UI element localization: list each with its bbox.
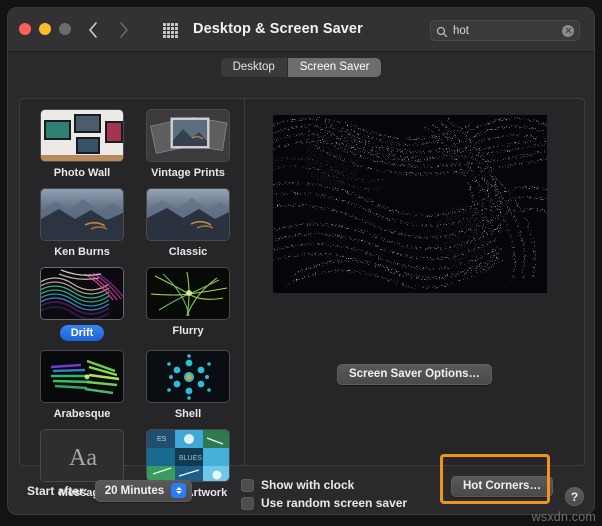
- system-preferences-window: Desktop & Screen Saver hot Desktop Scree…: [7, 7, 595, 515]
- saver-item-flurry[interactable]: Flurry: [138, 267, 238, 341]
- tab-screen-saver[interactable]: Screen Saver: [288, 58, 382, 77]
- close-icon[interactable]: [19, 23, 31, 35]
- start-after-label: Start after:: [27, 484, 88, 498]
- saver-label: Ken Burns: [54, 246, 110, 258]
- clear-search-icon[interactable]: [562, 25, 574, 37]
- saver-thumbnail: [40, 350, 124, 403]
- window-titlebar: Desktop & Screen Saver hot: [8, 8, 594, 52]
- checkbox-icon[interactable]: [241, 497, 254, 510]
- saver-label: Shell: [175, 408, 201, 420]
- forward-button: [116, 19, 130, 41]
- page-title: Desktop & Screen Saver: [193, 21, 363, 37]
- show-all-grid-icon[interactable]: [163, 23, 178, 38]
- screen-saver-options-row: Screen Saver Options…: [245, 364, 584, 385]
- tab-group: Desktop Screen Saver: [221, 58, 382, 77]
- screen-saver-options-button[interactable]: Screen Saver Options…: [337, 364, 492, 385]
- saver-thumbnail: [40, 109, 124, 162]
- saver-thumbnail: [146, 267, 230, 320]
- content-panel: Photo Wall: [19, 98, 585, 466]
- saver-item-photo-wall[interactable]: Photo Wall: [32, 109, 132, 179]
- saver-thumbnail: [40, 267, 124, 320]
- saver-item-classic[interactable]: Classic: [138, 188, 238, 258]
- stepper-up-down-icon[interactable]: [171, 483, 186, 498]
- checkbox-label: Show with clock: [261, 478, 354, 492]
- start-after-value: 20 Minutes: [105, 485, 164, 497]
- watermark: wsxdn.com: [532, 510, 596, 524]
- hot-corners-button[interactable]: Hot Corners…: [451, 476, 553, 497]
- start-after-control: Start after: 20 Minutes: [27, 480, 192, 502]
- saver-thumbnail: [40, 188, 124, 241]
- saver-label: Classic: [169, 246, 208, 258]
- checkbox-label: Use random screen saver: [261, 496, 407, 510]
- saver-item-shell[interactable]: Shell: [138, 350, 238, 420]
- preview-column: Screen Saver Options…: [245, 99, 584, 465]
- saver-thumbnail: [146, 188, 230, 241]
- tab-bar: Desktop Screen Saver: [8, 52, 594, 82]
- hot-corners-row: Hot Corners…: [451, 476, 553, 497]
- checkbox-group: Show with clock Use random screen saver: [241, 478, 407, 514]
- minimize-icon[interactable]: [39, 23, 51, 35]
- saver-label: Arabesque: [54, 408, 111, 420]
- zoom-icon: [59, 23, 71, 35]
- svg-text:ES: ES: [157, 436, 167, 443]
- help-button[interactable]: ?: [565, 487, 584, 506]
- checkbox-icon[interactable]: [241, 479, 254, 492]
- saver-item-drift[interactable]: Drift: [32, 267, 132, 341]
- screenshot-root: Desktop & Screen Saver hot Desktop Scree…: [0, 0, 602, 526]
- navigation-buttons: [86, 19, 130, 41]
- saver-label: Drift: [60, 325, 105, 341]
- saver-label: Flurry: [172, 325, 203, 337]
- saver-thumbnail: [146, 109, 230, 162]
- saver-label: Vintage Prints: [151, 167, 225, 179]
- checkbox-use-random-screen-saver[interactable]: Use random screen saver: [241, 496, 407, 510]
- saver-item-vintage-prints[interactable]: Vintage Prints: [138, 109, 238, 179]
- back-button[interactable]: [86, 19, 100, 41]
- saver-item-arabesque[interactable]: Arabesque: [32, 350, 132, 420]
- search-icon: [436, 25, 448, 37]
- saver-label: Photo Wall: [54, 167, 110, 179]
- traffic-lights: [19, 23, 71, 35]
- screen-saver-preview: [273, 115, 547, 293]
- screen-saver-list: Photo Wall: [20, 99, 244, 465]
- start-after-popup-button[interactable]: 20 Minutes: [95, 480, 192, 502]
- checkbox-show-with-clock[interactable]: Show with clock: [241, 478, 407, 492]
- saver-item-ken-burns[interactable]: Ken Burns: [32, 188, 132, 258]
- svg-text:BLUES: BLUES: [179, 455, 202, 462]
- search-field[interactable]: hot: [430, 20, 580, 41]
- search-input[interactable]: hot: [453, 25, 562, 37]
- tab-desktop[interactable]: Desktop: [221, 58, 288, 77]
- bottom-controls: Start after: 20 Minutes Show with clock …: [19, 474, 585, 510]
- svg-text:Aa: Aa: [69, 445, 97, 471]
- saver-thumbnail: [146, 350, 230, 403]
